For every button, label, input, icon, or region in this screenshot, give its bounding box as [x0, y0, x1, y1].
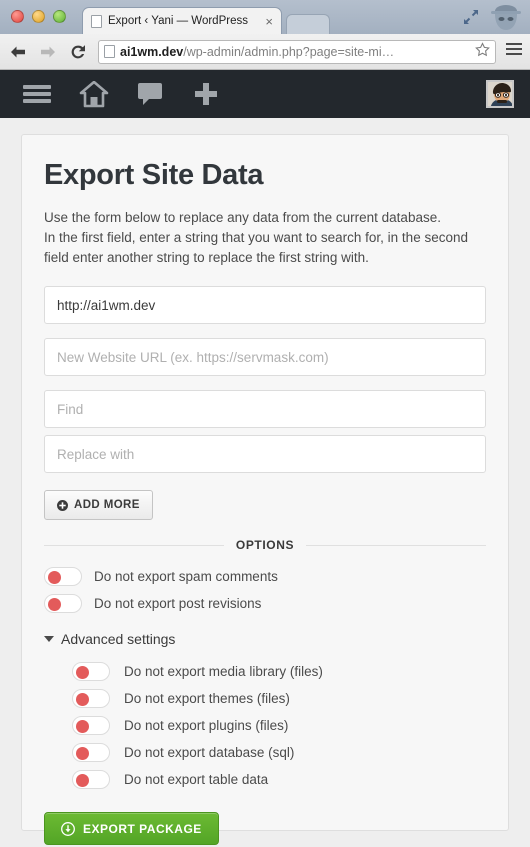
- toggle-table-data[interactable]: [72, 769, 110, 789]
- toggle-knob: [48, 570, 61, 584]
- add-more-label: ADD MORE: [74, 499, 140, 511]
- adminbar-comments-button[interactable]: [122, 70, 178, 118]
- minimize-window-button[interactable]: [32, 10, 45, 23]
- intro-line-3: field enter another string to replace th…: [44, 250, 369, 265]
- window-controls: [460, 2, 526, 32]
- enter-fullscreen-icon[interactable]: [460, 6, 482, 28]
- arrow-left-icon: [11, 46, 25, 57]
- export-panel: Export Site Data Use the form below to r…: [21, 134, 509, 845]
- toggle-knob: [48, 597, 61, 611]
- close-window-button[interactable]: [11, 10, 24, 23]
- adminbar-menu-button[interactable]: [10, 70, 66, 118]
- option-label-database: Do not export database (sql): [124, 744, 295, 760]
- toggle-spam-comments[interactable]: [44, 566, 82, 586]
- advanced-settings-label: Advanced settings: [61, 631, 176, 647]
- page-viewport: Export Site Data Use the form below to r…: [0, 118, 530, 847]
- incognito-icon: [486, 2, 526, 32]
- url-display: ai1wm.dev/wp-admin/admin.php?page=site-m…: [120, 45, 470, 59]
- option-label-plugins: Do not export plugins (files): [124, 717, 289, 733]
- browser-window: Export ‹ Yani — WordPress × ai1wm.dev/wp…: [0, 0, 530, 847]
- option-label-table-data: Do not export table data: [124, 771, 269, 787]
- toggle-knob: [76, 773, 89, 787]
- page-icon: [104, 45, 115, 58]
- browser-toolbar: ai1wm.dev/wp-admin/admin.php?page=site-m…: [0, 34, 530, 70]
- toggle-knob: [76, 692, 89, 706]
- plus-circle-icon: [57, 499, 68, 511]
- plus-icon: [195, 83, 217, 105]
- intro-line-1: Use the form below to replace any data f…: [44, 210, 441, 225]
- export-package-button[interactable]: EXPORT PACKAGE: [44, 812, 219, 845]
- reload-icon: [71, 44, 85, 58]
- toggle-plugins[interactable]: [72, 715, 110, 735]
- new-site-url-input[interactable]: [44, 338, 486, 376]
- bookmark-star-icon[interactable]: [475, 41, 490, 62]
- replace-with-input[interactable]: [44, 435, 486, 473]
- page-icon: [91, 14, 102, 28]
- reload-button[interactable]: [68, 42, 88, 62]
- current-site-url-input[interactable]: [44, 286, 486, 324]
- back-button[interactable]: [8, 42, 28, 62]
- chrome-menu-button[interactable]: [506, 42, 522, 61]
- page-intro: Use the form below to replace any data f…: [44, 208, 486, 268]
- toggle-knob: [76, 719, 89, 733]
- toggle-knob: [76, 665, 89, 679]
- option-row-spam-comments: Do not export spam comments: [44, 564, 486, 588]
- close-icon[interactable]: ×: [265, 15, 273, 28]
- url-host: ai1wm.dev: [120, 44, 184, 59]
- option-row-database: Do not export database (sql): [44, 740, 486, 764]
- options-divider-label: OPTIONS: [235, 538, 295, 552]
- option-label-media-library: Do not export media library (files): [124, 663, 323, 679]
- option-row-themes: Do not export themes (files): [44, 686, 486, 710]
- toggle-media-library[interactable]: [72, 661, 110, 681]
- options-divider: OPTIONS: [44, 538, 486, 552]
- option-row-plugins: Do not export plugins (files): [44, 713, 486, 737]
- adminbar-new-content-button[interactable]: [178, 70, 234, 118]
- option-row-post-revisions: Do not export post revisions: [44, 591, 486, 615]
- toggle-post-revisions[interactable]: [44, 593, 82, 613]
- chevron-down-icon: [44, 636, 54, 642]
- toggle-themes[interactable]: [72, 688, 110, 708]
- hamburger-icon: [23, 85, 51, 103]
- advanced-settings-toggle[interactable]: Advanced settings: [44, 631, 486, 647]
- toggle-knob: [76, 746, 89, 760]
- window-traffic-lights: [11, 10, 66, 23]
- url-path: /wp-admin/admin.php?page=site-mi…: [183, 44, 395, 59]
- find-input[interactable]: [44, 390, 486, 428]
- hamburger-icon: [506, 43, 522, 55]
- option-label-themes: Do not export themes (files): [124, 690, 290, 706]
- avatar[interactable]: [486, 80, 514, 108]
- home-icon: [79, 80, 109, 107]
- comment-bubble-icon: [138, 83, 162, 105]
- tab-strip: Export ‹ Yani — WordPress ×: [0, 0, 530, 34]
- new-tab-button[interactable]: [286, 14, 330, 34]
- arrow-right-icon: [41, 46, 55, 57]
- adminbar-site-home-button[interactable]: [66, 70, 122, 118]
- tab-title: Export ‹ Yani — WordPress: [108, 15, 248, 27]
- address-bar[interactable]: ai1wm.dev/wp-admin/admin.php?page=site-m…: [98, 39, 496, 64]
- zoom-window-button[interactable]: [53, 10, 66, 23]
- wp-admin-bar: [0, 70, 530, 118]
- page-title: Export Site Data: [44, 159, 264, 191]
- add-more-button[interactable]: ADD MORE: [44, 490, 153, 520]
- option-row-media-library: Do not export media library (files): [44, 659, 486, 683]
- option-label-spam-comments: Do not export spam comments: [94, 568, 278, 584]
- option-row-table-data: Do not export table data: [44, 767, 486, 791]
- toggle-database[interactable]: [72, 742, 110, 762]
- option-label-post-revisions: Do not export post revisions: [94, 595, 262, 611]
- browser-tab-active[interactable]: Export ‹ Yani — WordPress ×: [82, 7, 282, 34]
- forward-button[interactable]: [38, 42, 58, 62]
- download-circle-icon: [61, 821, 75, 836]
- export-package-label: EXPORT PACKAGE: [83, 821, 202, 836]
- intro-line-2: In the first field, enter a string that …: [44, 230, 468, 245]
